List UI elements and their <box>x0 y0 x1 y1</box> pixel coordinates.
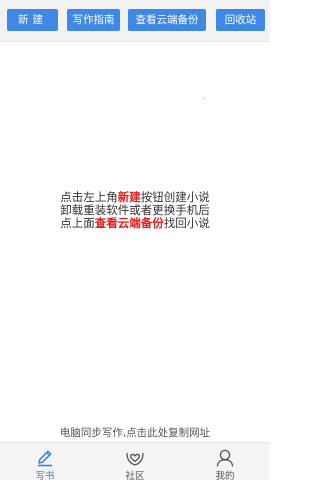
top-toolbar: 新建 写作指南 查看云端备份 回收站 <box>0 0 270 42</box>
hint-text: 按钮创建小说 <box>140 190 210 204</box>
tab-mine[interactable]: 我的 <box>180 443 270 482</box>
tab-community[interactable]: 社区 <box>90 443 180 482</box>
hint-text: 点击左上角 <box>60 190 118 204</box>
pc-sync-link[interactable]: 电脑同步写作,点击此处复制网址 <box>0 425 270 440</box>
hint-text: 点上面 <box>60 216 95 230</box>
recycle-bin-button[interactable]: 回收站 <box>216 9 265 31</box>
bottom-tab-bar: 写书 社区 我的 <box>0 442 270 482</box>
hint-line-3: 点上面查看云端备份找回小说 <box>0 217 270 230</box>
empty-hint: 点击左上角新建按钮创建小说 卸载重装软件或者更换手机后 点上面查看云端备份找回小… <box>0 191 270 230</box>
tab-write[interactable]: 写书 <box>0 443 90 482</box>
hint-cloud-highlight: 查看云端备份 <box>94 216 164 230</box>
user-icon <box>216 449 234 467</box>
dot-mark <box>203 98 204 99</box>
heart-hands-icon <box>126 452 144 466</box>
pen-icon <box>38 450 52 467</box>
hint-new-highlight: 新建 <box>117 190 141 204</box>
writing-guide-button[interactable]: 写作指南 <box>67 9 120 31</box>
new-button[interactable]: 新建 <box>7 9 58 31</box>
cloud-backup-button[interactable]: 查看云端备份 <box>128 9 206 31</box>
hint-text: 找回小说 <box>163 216 210 230</box>
